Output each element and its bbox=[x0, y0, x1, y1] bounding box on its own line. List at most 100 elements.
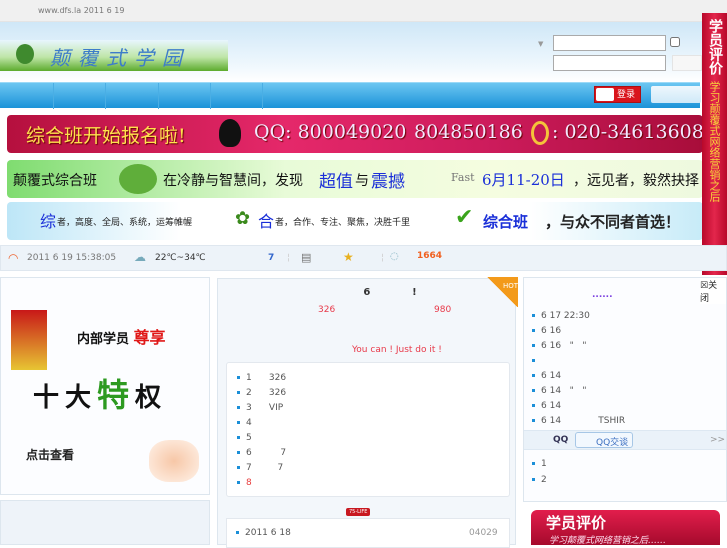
banner1-qq: QQ: 800049020 bbox=[254, 121, 407, 143]
weather-temp: 22℃~34℃ bbox=[155, 253, 206, 263]
weibo-icon bbox=[596, 88, 614, 101]
news-item[interactable]: 6 14 bbox=[532, 401, 561, 411]
news-title: ...... bbox=[592, 290, 613, 300]
visit-count: 1664 bbox=[417, 251, 443, 261]
banner2-title: 颠覆式综合班 bbox=[13, 173, 97, 189]
dropdown-arrow-icon[interactable]: ▼ bbox=[538, 40, 543, 48]
banner3-b1: 合 bbox=[258, 212, 275, 231]
hot-badge: HOT bbox=[486, 277, 518, 307]
top-bar: www.dfs.la 2011 6 19 bbox=[0, 0, 727, 22]
news-item[interactable]: 6 16 " " bbox=[532, 341, 586, 351]
promo-panel: 6 ! 326 980 You can ! Just do it ! HOT 1… bbox=[217, 277, 518, 548]
banner2-highlight: 超值 bbox=[319, 172, 353, 192]
datetime: 2011 6 19 15:38:05 bbox=[27, 253, 117, 263]
review-title: 学员评价 bbox=[546, 514, 607, 532]
divider: ¦ bbox=[287, 253, 291, 263]
banner2-tail: ，远见者，毅然抉择 bbox=[573, 173, 699, 189]
promo-n1: 326 bbox=[318, 305, 336, 315]
leaf-icon bbox=[119, 164, 157, 194]
news-item[interactable] bbox=[532, 356, 541, 366]
list-item[interactable]: 7 7 bbox=[237, 463, 283, 473]
tree-icon bbox=[16, 44, 34, 64]
side-banner-subtitle: 学习颠覆式网络营销之后 bbox=[708, 81, 721, 202]
remember-checkbox[interactable] bbox=[670, 37, 680, 47]
banner3-a2: 者，高度、全局、系统，运筹帷幄 bbox=[57, 218, 193, 228]
banner-slogan[interactable]: 综 者，高度、全局、系统，运筹帷幄 ✿ 合 者，合作、专注、聚焦，决胜千里 ✔ … bbox=[7, 202, 703, 240]
qq-chat-button[interactable]: QQ交谈 bbox=[575, 432, 634, 448]
logo-text: 颠覆式学园 bbox=[50, 46, 190, 70]
ad-line1b: 尊享 bbox=[133, 328, 166, 347]
sprout-icon: ✿ bbox=[235, 208, 251, 229]
list-item[interactable]: 4 bbox=[237, 418, 252, 428]
list-item[interactable]: 1 326 bbox=[237, 373, 286, 383]
qq-bar: QQ QQ交谈 >> bbox=[524, 430, 726, 450]
promo-n2: 980 bbox=[434, 305, 452, 315]
nav-search-box[interactable] bbox=[651, 86, 701, 103]
banner2-highlight2: 震撼 bbox=[371, 172, 405, 192]
star-icon[interactable]: ★ bbox=[343, 250, 354, 264]
banner2-text: 在冷静与智慧间，发现 bbox=[163, 173, 303, 189]
news-item[interactable]: 6 17 22:30 bbox=[532, 311, 590, 321]
list-item[interactable]: 3 VIP bbox=[237, 403, 283, 413]
list-item[interactable]: 2 326 bbox=[237, 388, 286, 398]
banner1-phone: : 020-34613608 bbox=[552, 121, 703, 143]
list-item[interactable]: 1 bbox=[532, 459, 547, 469]
banner2-and: 与 bbox=[355, 173, 369, 189]
book-icon[interactable]: ▤ bbox=[301, 251, 311, 264]
info-bar: ◠ 2011 6 19 15:38:05 ☁ 22℃~34℃ 7 ¦ ▤ ★ ¦… bbox=[0, 245, 727, 271]
close-button[interactable]: ☒关闭 bbox=[700, 278, 726, 304]
banner-class[interactable]: 颠覆式综合班 在冷静与智慧间，发现 超值 与 震撼 Fast 6月11-20日 … bbox=[7, 160, 703, 198]
list-item[interactable]: 2 bbox=[532, 475, 547, 485]
username-input[interactable] bbox=[553, 35, 666, 51]
news-item[interactable]: 6 14 bbox=[532, 371, 561, 381]
weibo-login-button[interactable]: 登录 bbox=[594, 86, 641, 103]
promo-title: 6 ! bbox=[363, 287, 417, 298]
list-item[interactable]: 5 bbox=[237, 433, 252, 443]
ad-line2b: 特 bbox=[97, 376, 136, 414]
weather-icon: ☁ bbox=[134, 250, 146, 264]
list-item[interactable]: 6 7 bbox=[237, 448, 286, 458]
logo[interactable]: 颠覆式学园 bbox=[0, 40, 228, 71]
banner-enroll[interactable]: 综合班开始报名啦! QQ: 800049020 804850186 : 020-… bbox=[7, 115, 703, 153]
banner3-b2: 者，合作、专注、聚焦，决胜千里 bbox=[275, 218, 411, 228]
lantern-icon bbox=[11, 310, 47, 370]
phone-icon bbox=[531, 121, 549, 145]
list-item[interactable]: 8 bbox=[237, 478, 252, 488]
review-banner[interactable]: 学员评价 学习颠覆式网络营销之后…… bbox=[531, 510, 720, 546]
rainbow-icon: ◠ bbox=[8, 251, 19, 265]
banner3-c1: 综合班 bbox=[483, 213, 529, 231]
qq-penguin-icon bbox=[219, 119, 241, 147]
check-icon: ✔ bbox=[455, 205, 474, 230]
privilege-ad[interactable]: 内部学员 尊享 十大特权 点击查看 bbox=[0, 277, 210, 495]
ad-line2c: 权 bbox=[135, 383, 168, 413]
news-panel: ☒关闭 ...... 6 17 22:30 6 16 6 16 " " 6 14… bbox=[523, 277, 727, 502]
left-panel-header bbox=[0, 500, 210, 545]
news-item[interactable]: 2011 6 18 bbox=[236, 528, 291, 538]
side-review-banner[interactable]: 学员评价 学习颠覆式网络营销之后 bbox=[702, 13, 727, 275]
promo-list: 1 326 2 326 3 VIP 4 5 6 7 7 7 8 bbox=[226, 362, 510, 497]
qq-label: QQ bbox=[553, 435, 569, 445]
side-banner-title: 学员评价 bbox=[707, 19, 723, 75]
life-tag: 75-LIFE bbox=[346, 508, 371, 516]
ad-line2a: 十大 bbox=[33, 383, 98, 413]
weibo-login-label: 登录 bbox=[617, 90, 636, 100]
divider: ¦ bbox=[381, 253, 385, 263]
more-link[interactable]: >> bbox=[710, 435, 725, 445]
news-item[interactable]: 6 16 bbox=[532, 326, 561, 336]
login-submit-button[interactable] bbox=[672, 55, 702, 71]
password-input[interactable] bbox=[553, 55, 666, 71]
online-count: 7 bbox=[268, 253, 275, 263]
fast-logo: Fast bbox=[451, 171, 475, 184]
banner3-a1: 综 bbox=[40, 212, 57, 231]
news-item[interactable]: 6 14 " " bbox=[532, 386, 586, 396]
ad-cta[interactable]: 点击查看 bbox=[26, 446, 74, 463]
banner2-dates: 6月11-20日 bbox=[482, 171, 565, 189]
promo-slogan: You can ! Just do it ! bbox=[352, 345, 442, 355]
banner1-text: 综合班开始报名啦! bbox=[26, 125, 186, 147]
chat-icon[interactable]: ◌ bbox=[390, 251, 399, 262]
review-subtitle: 学习颠覆式网络营销之后…… bbox=[549, 536, 667, 546]
news-item[interactable]: 6 14 TSHIR bbox=[532, 416, 625, 426]
flower-icon bbox=[149, 440, 199, 482]
banner3-c2: ，与众不同者首选！ bbox=[545, 213, 681, 231]
ad-line1: 内部学员 bbox=[77, 332, 130, 347]
